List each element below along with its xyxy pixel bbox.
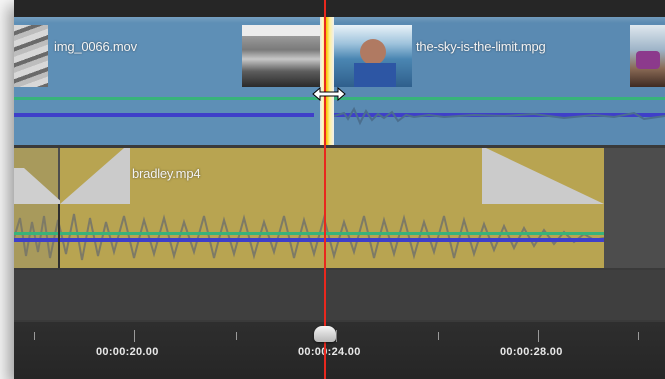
audio-waveform — [14, 213, 604, 261]
playhead-knob-icon[interactable] — [314, 326, 336, 342]
clip-thumbnail — [334, 25, 412, 87]
clip-name-sky: the-sky-is-the-limit.mpg — [416, 39, 546, 54]
clip-thumbnail — [630, 25, 665, 87]
timecode-label: 00:00:28.00 — [500, 346, 563, 358]
audio-waveform — [334, 106, 665, 126]
empty-track — [14, 270, 665, 320]
clip-thumbnail — [242, 25, 332, 87]
volume-line[interactable] — [14, 232, 604, 235]
clip-name-bradley: bradley.mp4 — [132, 166, 201, 181]
ruler-tick — [134, 330, 135, 342]
ruler-tick — [236, 332, 237, 340]
fade-out-ramp[interactable] — [482, 148, 604, 208]
cut-point-marker[interactable] — [320, 17, 334, 145]
clip-thumbnail — [14, 25, 48, 87]
timecode-label: 00:00:24.00 — [298, 346, 361, 358]
track-gloss — [14, 17, 665, 23]
clip-name-img-0066: img_0066.mov — [54, 39, 137, 54]
video-track: img_0066.mov the-sky-is-the-limit.mpg — [14, 17, 665, 145]
clip-boundary — [58, 204, 60, 268]
ruler-tick — [438, 332, 439, 340]
ruler-tick — [336, 330, 337, 342]
ruler-tick — [638, 332, 639, 340]
pan-line[interactable] — [14, 113, 314, 117]
playhead-line[interactable] — [324, 0, 326, 379]
pan-line[interactable] — [14, 238, 604, 242]
fade-in-ramp[interactable] — [60, 148, 130, 208]
timeline-panel: img_0066.mov the-sky-is-the-limit.mpg br… — [14, 0, 665, 379]
timeline-top-bar — [14, 0, 665, 17]
fade-ramp — [14, 168, 64, 204]
timeline-ruler[interactable]: 00:00:20.00 00:00:24.00 00:00:28.00 — [14, 322, 665, 379]
ruler-tick — [34, 332, 35, 340]
timecode-label: 00:00:20.00 — [96, 346, 159, 358]
ruler-tick — [538, 330, 539, 342]
audio-track: bradley.mp4 — [14, 148, 665, 268]
horizontal-resize-icon — [312, 86, 346, 102]
